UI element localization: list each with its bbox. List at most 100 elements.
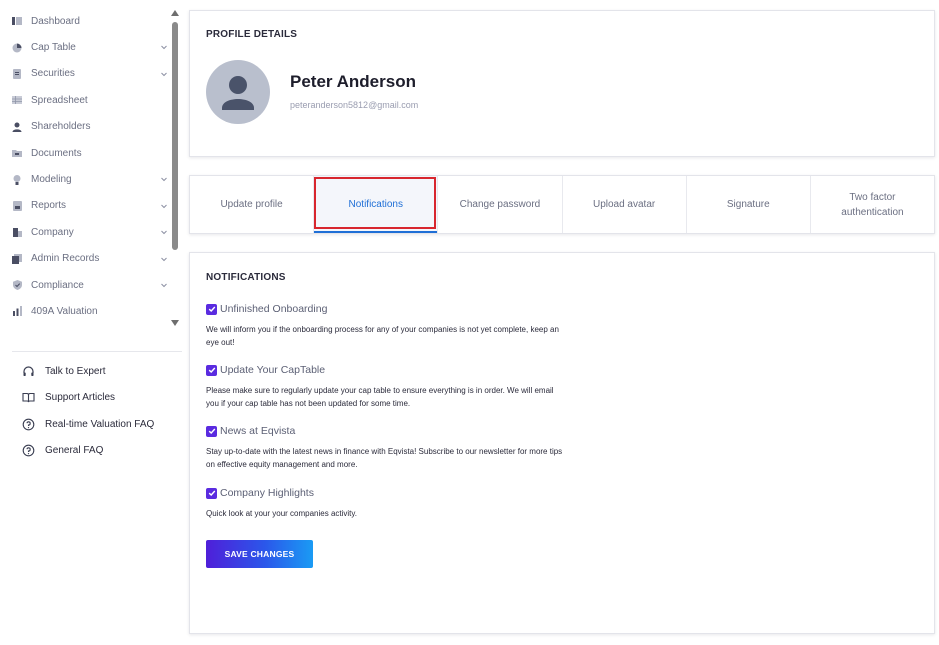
headset-icon [22, 365, 35, 378]
chevron-down-icon [161, 257, 167, 261]
sidebar-item-label: 409A Valuation [31, 305, 98, 317]
notification-toggle-company-highlights[interactable]: Company Highlights [206, 487, 566, 499]
notifications-card: NOTIFICATIONS Unfinished Onboarding We w… [189, 252, 935, 634]
document-icon [12, 68, 22, 79]
sidebar-item-409a-valuation[interactable]: 409A Valuation [0, 298, 170, 324]
profile-tabs: Update profile Notifications Change pass… [189, 175, 935, 234]
scrollbar-thumb[interactable] [172, 22, 178, 250]
checkbox-checked-icon[interactable] [206, 364, 217, 376]
sidebar-item-dashboard[interactable]: Dashboard [0, 8, 170, 34]
notification-label: News at Eqvista [220, 425, 296, 437]
chevron-down-icon [161, 46, 167, 50]
notification-label: Company Highlights [220, 487, 314, 499]
sidebar-item-label: Admin Records [31, 253, 100, 265]
notification-description: Stay up-to-date with the latest news in … [206, 447, 563, 469]
help-link-support-articles[interactable]: Support Articles [22, 385, 154, 412]
user-icon [12, 122, 22, 132]
sidebar-scrollbar[interactable] [171, 10, 179, 326]
tab-two-factor-authentication[interactable]: Two factor authentication [811, 176, 934, 233]
help-circle-icon [22, 418, 35, 431]
notification-description: Quick look at your your companies activi… [206, 509, 358, 518]
help-circle-icon [22, 444, 35, 457]
chevron-down-icon [161, 283, 167, 288]
sidebar-item-label: Securities [31, 68, 75, 80]
sidebar-item-label: Shareholders [31, 121, 91, 133]
notification-toggle-update-captable[interactable]: Update Your CapTable [206, 364, 566, 376]
save-changes-button[interactable]: SAVE CHANGES [206, 540, 313, 568]
tab-update-profile[interactable]: Update profile [190, 176, 315, 233]
help-link-label: General FAQ [45, 445, 104, 457]
notification-description: Please make sure to regularly update you… [206, 386, 554, 408]
sidebar-item-label: Company [31, 226, 74, 238]
tab-label: Signature [726, 199, 770, 210]
sidebar-item-label: Spreadsheet [31, 94, 88, 106]
sidebar-item-securities[interactable]: Securities [0, 61, 170, 87]
scroll-up-arrow-icon[interactable] [171, 10, 179, 16]
tab-change-password[interactable]: Change password [438, 176, 563, 233]
sidebar: Dashboard Cap Table Securities Spreadshe… [0, 0, 185, 645]
lightbulb-icon [12, 174, 22, 185]
checkbox-checked-icon[interactable] [206, 303, 217, 315]
sidebar-nav: Dashboard Cap Table Securities Spreadshe… [0, 8, 170, 325]
profile-name: Peter Anderson [290, 72, 416, 91]
dashboard-icon [12, 16, 22, 26]
help-links: Talk to Expert Support Articles Real-tim… [22, 358, 154, 464]
sidebar-item-admin-records[interactable]: Admin Records [0, 246, 170, 272]
tab-notifications[interactable]: Notifications [314, 176, 439, 233]
report-icon [12, 200, 22, 211]
folder-icon [12, 148, 22, 158]
sidebar-item-label: Reports [31, 200, 67, 212]
sidebar-divider [12, 351, 182, 352]
sidebar-item-company[interactable]: Company [0, 219, 170, 245]
notification-description: We will inform you if the onboarding pro… [206, 325, 559, 347]
tab-upload-avatar[interactable]: Upload avatar [563, 176, 687, 233]
tab-label: Update profile [220, 199, 283, 210]
notification-toggle-news-at-eqvista[interactable]: News at Eqvista [206, 425, 566, 437]
notification-option: Unfinished Onboarding We will inform you… [206, 303, 566, 349]
avatar [206, 60, 270, 124]
help-link-general-faq[interactable]: General FAQ [22, 438, 154, 465]
chevron-down-icon [161, 177, 167, 182]
sidebar-item-label: Compliance [31, 279, 84, 291]
sidebar-item-reports[interactable]: Reports [0, 193, 170, 219]
tab-label: Two factor authentication [841, 191, 904, 218]
notification-label: Update Your CapTable [220, 364, 326, 376]
notification-option: Update Your CapTable Please make sure to… [206, 364, 566, 410]
sidebar-item-label: Cap Table [31, 42, 76, 54]
records-icon [12, 253, 22, 264]
chevron-down-icon [161, 72, 167, 76]
sidebar-item-cap-table[interactable]: Cap Table [0, 34, 170, 60]
sidebar-item-label: Dashboard [31, 15, 80, 27]
sidebar-item-compliance[interactable]: Compliance [0, 272, 170, 298]
sidebar-item-label: Documents [31, 147, 82, 159]
help-link-label: Talk to Expert [45, 365, 106, 377]
book-icon [22, 391, 35, 404]
notification-toggle-unfinished-onboarding[interactable]: Unfinished Onboarding [206, 303, 566, 315]
sidebar-item-shareholders[interactable]: Shareholders [0, 114, 170, 140]
highlight-box [314, 177, 437, 229]
spreadsheet-icon [12, 95, 22, 105]
tab-label: Change password [459, 199, 541, 210]
checkbox-checked-icon[interactable] [206, 425, 217, 437]
scroll-down-arrow-icon[interactable] [171, 320, 179, 326]
pie-chart-icon [12, 43, 22, 53]
shield-icon [12, 280, 22, 291]
sidebar-item-documents[interactable]: Documents [0, 140, 170, 166]
help-link-talk-to-expert[interactable]: Talk to Expert [22, 358, 154, 385]
help-link-realtime-valuation-faq[interactable]: Real-time Valuation FAQ [22, 411, 154, 438]
profile-section-title: PROFILE DETAILS [206, 29, 298, 40]
profile-details-card: PROFILE DETAILS Peter Anderson peterande… [189, 10, 935, 157]
user-avatar-icon [222, 76, 254, 110]
notification-option: Company Highlights Quick look at your yo… [206, 487, 566, 520]
tab-signature[interactable]: Signature [687, 176, 811, 233]
sidebar-item-modeling[interactable]: Modeling [0, 166, 170, 192]
chevron-down-icon [161, 204, 167, 208]
building-icon [12, 227, 22, 238]
help-link-label: Support Articles [45, 392, 116, 404]
sidebar-item-label: Modeling [31, 174, 72, 186]
sidebar-item-spreadsheet[interactable]: Spreadsheet [0, 87, 170, 113]
checkbox-checked-icon[interactable] [206, 487, 217, 499]
profile-email: peteranderson5812@gmail.com [290, 100, 419, 110]
notifications-section-title: NOTIFICATIONS [206, 272, 286, 283]
tab-label: Upload avatar [592, 199, 656, 210]
